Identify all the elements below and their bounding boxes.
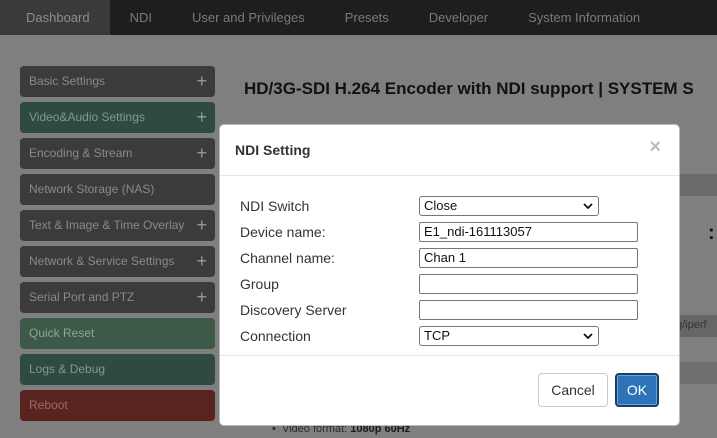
sidebar-item-label: Text & Image & Time Overlay (29, 218, 185, 232)
dialog-header: NDI Setting × (220, 125, 679, 176)
top-nav: Dashboard NDI User and Privileges Preset… (0, 0, 717, 35)
cancel-button[interactable]: Cancel (538, 373, 608, 407)
tab-user-and-privileges[interactable]: User and Privileges (172, 0, 325, 35)
sidebar-item-label: Basic Settings (29, 74, 106, 88)
tab-developer[interactable]: Developer (409, 0, 508, 35)
tab-system-information[interactable]: System Information (508, 0, 660, 35)
page-title: HD/3G-SDI H.264 Encoder with NDI support… (244, 79, 694, 98)
plus-icon[interactable]: + (196, 102, 207, 133)
ndi-switch-value: Close (424, 198, 458, 213)
ok-button[interactable]: OK (615, 373, 659, 407)
sidebar-item-basic-settings[interactable]: Basic Settings + (20, 66, 215, 97)
tab-dashboard[interactable]: Dashboard (0, 0, 110, 35)
sidebar-item-network-service-settings[interactable]: Network & Service Settings + (20, 246, 215, 277)
dialog-title: NDI Setting (235, 142, 311, 158)
sidebar-item-quick-reset[interactable]: Quick Reset (20, 318, 215, 349)
panel-colon: : (708, 222, 715, 244)
channel-name-label: Channel name: (240, 250, 335, 266)
sidebar: Basic Settings + Video&Audio Settings + … (20, 66, 215, 426)
sidebar-item-label: Encoding & Stream (29, 146, 133, 160)
chevron-down-icon (583, 333, 593, 340)
sidebar-item-logs-debug[interactable]: Logs & Debug (20, 354, 215, 385)
plus-icon[interactable]: + (196, 282, 207, 313)
chevron-down-icon (583, 203, 593, 210)
sidebar-item-reboot[interactable]: Reboot (20, 390, 215, 421)
ndi-switch-label: NDI Switch (240, 198, 310, 214)
plus-icon[interactable]: + (196, 66, 207, 97)
device-name-input[interactable]: E1_ndi-161113057 (419, 222, 638, 242)
sidebar-item-encoding-stream[interactable]: Encoding & Stream + (20, 138, 215, 169)
plus-icon[interactable]: + (196, 210, 207, 241)
close-icon[interactable]: × (649, 137, 661, 157)
sidebar-item-video-audio-settings[interactable]: Video&Audio Settings + (20, 102, 215, 133)
tab-presets[interactable]: Presets (325, 0, 409, 35)
connection-label: Connection (240, 328, 311, 344)
discovery-server-label: Discovery Server (240, 302, 347, 318)
panel-url-text: g/iperf (676, 319, 707, 331)
sidebar-item-label: Serial Port and PTZ (29, 290, 135, 304)
connection-select[interactable]: TCP (419, 326, 599, 346)
plus-icon[interactable]: + (196, 246, 207, 277)
ndi-setting-dialog: NDI Setting × NDI Switch Close Device na… (219, 124, 680, 426)
group-input[interactable] (419, 274, 638, 294)
sidebar-item-network-storage[interactable]: Network Storage (NAS) (20, 174, 215, 205)
tab-ndi[interactable]: NDI (110, 0, 172, 35)
sidebar-item-serial-port-ptz[interactable]: Serial Port and PTZ + (20, 282, 215, 313)
sidebar-item-label: Quick Reset (29, 326, 95, 340)
channel-name-input[interactable]: Chan 1 (419, 248, 638, 268)
ndi-switch-select[interactable]: Close (419, 196, 599, 216)
sidebar-item-label: Network Storage (NAS) (29, 182, 155, 196)
sidebar-item-label: Reboot (29, 398, 68, 412)
sidebar-item-label: Video&Audio Settings (29, 110, 145, 124)
group-label: Group (240, 276, 279, 292)
dialog-footer: Cancel OK (220, 355, 679, 427)
sidebar-item-label: Logs & Debug (29, 362, 106, 376)
sidebar-item-label: Network & Service Settings (29, 254, 175, 268)
device-name-label: Device name: (240, 224, 326, 240)
connection-value: TCP (424, 328, 450, 343)
plus-icon[interactable]: + (196, 138, 207, 169)
sidebar-item-text-image-time-overlay[interactable]: Text & Image & Time Overlay + (20, 210, 215, 241)
discovery-server-input[interactable] (419, 300, 638, 320)
